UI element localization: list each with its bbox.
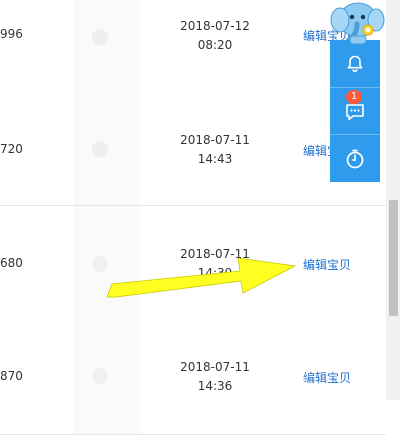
- modified-time: 2018-07-11 14:36: [168, 358, 262, 396]
- price-value: 680: [0, 256, 23, 270]
- date-text: 2018-07-11: [180, 133, 250, 147]
- table-row: 870 2018-07-11 14:36 编辑宝贝: [0, 320, 386, 435]
- thumbnail: [74, 0, 140, 95]
- modified-time: 2018-07-12 08:20: [168, 17, 262, 55]
- price-value: 996: [0, 27, 23, 41]
- price-value: 870: [0, 369, 23, 383]
- table-row: 720 2018-07-11 14:43 编辑宝: [0, 91, 386, 206]
- time-text: 14:36: [197, 379, 233, 393]
- thumbnail-image: [92, 29, 108, 45]
- thumbnail-image: [92, 256, 108, 272]
- price-value: 720: [0, 142, 23, 156]
- date-text: 2018-07-11: [180, 360, 250, 374]
- thumbnail: [74, 206, 140, 320]
- time-text: 14:39: [197, 266, 233, 280]
- floating-toolbar: 1: [330, 40, 380, 182]
- timer-icon: [346, 149, 364, 168]
- thumbnail-image: [92, 141, 108, 157]
- thumbnail: [74, 320, 140, 434]
- date-text: 2018-07-11: [180, 247, 250, 261]
- vertical-scrollbar[interactable]: [386, 0, 400, 400]
- thumbnail-image: [92, 368, 108, 384]
- timer-button[interactable]: [330, 134, 380, 182]
- time-text: 08:20: [197, 38, 233, 52]
- message-button[interactable]: 1: [330, 87, 380, 135]
- date-text: 2018-07-12: [180, 19, 250, 33]
- notification-button[interactable]: [330, 40, 380, 87]
- edit-item-link[interactable]: 编辑宝贝: [303, 256, 351, 273]
- time-text: 14:43: [197, 152, 233, 166]
- bell-icon: [347, 55, 363, 72]
- table-row: 680 2018-07-11 14:39 编辑宝贝: [0, 206, 386, 321]
- modified-time: 2018-07-11 14:39: [168, 245, 262, 283]
- modified-time: 2018-07-11 14:43: [168, 131, 262, 169]
- thumbnail: [74, 91, 140, 205]
- watermark-logo: Ⓢ: [300, 374, 311, 387]
- scrollbar-thumb[interactable]: [389, 200, 398, 316]
- notification-badge: 1: [346, 90, 362, 104]
- elephant-mascot-icon[interactable]: [328, 0, 386, 46]
